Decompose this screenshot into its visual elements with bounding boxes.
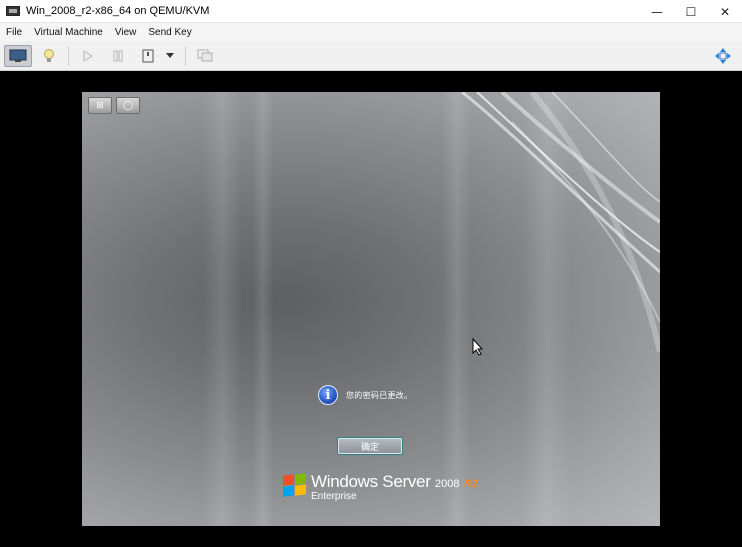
pause-button[interactable]: [105, 45, 131, 67]
menu-file[interactable]: File: [0, 27, 28, 38]
menu-bar: File Virtual Machine View Send Key: [0, 23, 742, 41]
chevron-down-icon: [166, 52, 174, 58]
toolbar-separator: [185, 45, 186, 66]
mouse-cursor-icon: [472, 338, 484, 356]
run-button[interactable]: [75, 45, 101, 67]
play-icon: [83, 49, 93, 62]
shutdown-button[interactable]: [135, 45, 161, 67]
console-icon: [9, 49, 27, 62]
title-bar: Win_2008_r2-x86_64 on QEMU/KVM — ☐ ✕: [0, 0, 742, 23]
minimize-button[interactable]: —: [640, 0, 674, 23]
window-title: Win_2008_r2-x86_64 on QEMU/KVM: [26, 5, 210, 17]
windows-flag-icon: [282, 473, 308, 498]
toolbar-separator: [68, 45, 69, 66]
menu-virtual-machine[interactable]: Virtual Machine: [28, 27, 109, 38]
lightbulb-icon: [44, 48, 54, 62]
snapshots-button[interactable]: [192, 45, 218, 67]
details-button[interactable]: [36, 45, 62, 67]
password-changed-message: i 您的密码已更改。: [318, 385, 412, 405]
virt-manager-window: Win_2008_r2-x86_64 on QEMU/KVM — ☐ ✕ Fil…: [0, 0, 742, 547]
toolbar: [0, 41, 742, 71]
window-controls: — ☐ ✕: [640, 0, 742, 23]
console-button[interactable]: [4, 44, 32, 67]
snapshots-icon: [197, 49, 213, 61]
windows-server-logo: Windows Server 2008 R2 Enterprise: [282, 472, 478, 502]
close-button[interactable]: ✕: [708, 0, 742, 23]
menu-send-key[interactable]: Send Key: [142, 27, 197, 38]
info-icon: i: [318, 385, 338, 405]
wallpaper-light-streaks: [202, 92, 660, 526]
shutdown-dropdown-button[interactable]: [161, 45, 179, 67]
message-text: 您的密码已更改。: [346, 390, 413, 400]
vm-monitor-icon: [6, 6, 20, 16]
brand-release: R2: [463, 478, 479, 490]
fullscreen-arrows-icon: [715, 47, 731, 64]
fullscreen-button[interactable]: [710, 45, 736, 67]
ease-of-access-button[interactable]: ⊞: [88, 97, 112, 114]
vm-display[interactable]: ⊞ ◯ i 您的密码已更改。 确定 Windows Server 2008 R2…: [82, 92, 660, 526]
brand-edition: Enterprise: [311, 491, 357, 502]
ok-button[interactable]: 确定: [337, 437, 403, 455]
power-options-button[interactable]: ◯: [116, 97, 140, 114]
menu-view[interactable]: View: [109, 27, 143, 38]
brand-year: 2008: [435, 478, 460, 490]
maximize-button[interactable]: ☐: [674, 0, 708, 23]
brand-product: Windows Server: [311, 472, 431, 491]
pause-icon: [113, 50, 123, 61]
power-icon: [142, 49, 154, 62]
